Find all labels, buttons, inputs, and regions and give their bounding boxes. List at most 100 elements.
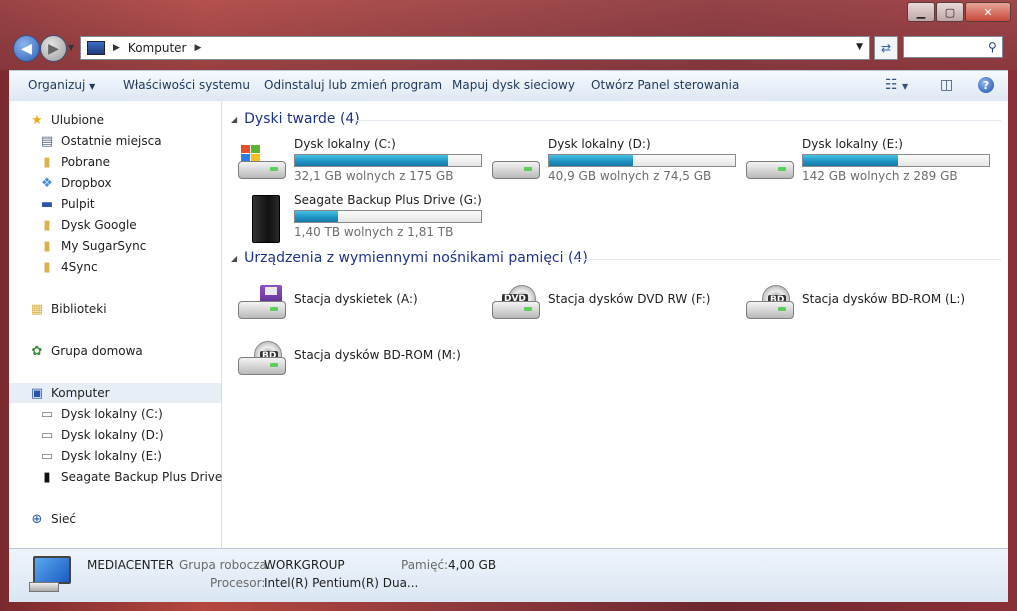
group-header-removable[interactable]: ◢ Urządzenia z wymiennymi nośnikami pami… bbox=[231, 250, 588, 266]
group-divider bbox=[353, 120, 1001, 121]
drive-usage-bar bbox=[802, 154, 990, 167]
nav-item-drive-c[interactable]: ▭ Dysk lokalny (C:) bbox=[39, 406, 163, 422]
nav-label: Biblioteki bbox=[51, 302, 107, 316]
drive-tile-a[interactable]: Stacja dyskietek (A:) bbox=[230, 277, 482, 327]
nav-item-recent[interactable]: ▤ Ostatnie miejsca bbox=[39, 133, 162, 149]
nav-label: Seagate Backup Plus Drive (G:) bbox=[61, 470, 249, 484]
cpu-value: Intel(R) Pentium(R) Dua... bbox=[264, 576, 419, 590]
drive-name: Dysk lokalny (D:) bbox=[548, 137, 651, 151]
drive-tile-e[interactable]: Dysk lokalny (E:) 142 GB wolnych z 289 G… bbox=[738, 137, 990, 187]
drive-usage-bar bbox=[548, 154, 736, 167]
system-drive-icon: ▭ bbox=[40, 406, 54, 422]
drive-name: Dysk lokalny (E:) bbox=[802, 137, 903, 151]
collapse-triangle-icon[interactable]: ◢ bbox=[231, 254, 237, 263]
recent-places-icon: ▤ bbox=[40, 133, 54, 149]
group-title: Dyski twarde (4) bbox=[244, 111, 360, 127]
nav-computer[interactable]: ▣ Komputer bbox=[29, 385, 110, 401]
workgroup-value: WORKGROUP bbox=[264, 558, 345, 572]
back-button[interactable]: ◀ bbox=[13, 35, 40, 62]
external-drive-icon: ▮ bbox=[43, 469, 51, 485]
system-properties-button[interactable]: Właściwości systemu bbox=[123, 78, 250, 92]
map-drive-button[interactable]: Mapuj dysk sieciowy bbox=[452, 78, 575, 92]
nav-item-drive-d[interactable]: ▭ Dysk lokalny (D:) bbox=[39, 427, 164, 443]
group-divider bbox=[573, 259, 1001, 260]
folder-icon: ▮ bbox=[43, 259, 51, 275]
drive-name: Seagate Backup Plus Drive (G:) bbox=[294, 193, 482, 207]
preview-pane-icon[interactable]: ◫ bbox=[940, 77, 953, 93]
memory-label: Pamięć: bbox=[401, 558, 449, 572]
nav-item-drive-g[interactable]: ▮ Seagate Backup Plus Drive (G:) bbox=[39, 469, 249, 485]
maximize-button[interactable]: ▢ bbox=[936, 2, 964, 22]
nav-label: My SugarSync bbox=[61, 239, 147, 253]
organize-button[interactable]: Organizuj ▼ bbox=[28, 78, 95, 92]
search-icon[interactable]: ⚲ bbox=[988, 40, 997, 54]
group-header-hdd[interactable]: ◢ Dyski twarde (4) bbox=[231, 111, 360, 127]
desktop-icon: ▬ bbox=[40, 196, 54, 212]
drive-tile-l[interactable]: BD Stacja dysków BD-ROM (L:) bbox=[738, 277, 990, 327]
close-button[interactable]: ✕ bbox=[965, 2, 1011, 22]
chevron-right-icon[interactable]: ▶ bbox=[113, 43, 120, 53]
drive-usage-bar bbox=[294, 210, 482, 223]
nav-item-google-drive[interactable]: ▮ Dysk Google bbox=[39, 217, 137, 233]
bd-drive-icon: BD bbox=[238, 341, 286, 375]
cpu-label: Procesor: bbox=[210, 576, 266, 590]
drive-tile-m[interactable]: BD Stacja dysków BD-ROM (M:) bbox=[230, 333, 482, 383]
hard-drive-icon: ▭ bbox=[40, 427, 54, 443]
nav-item-downloads[interactable]: ▮ Pobrane bbox=[39, 154, 110, 170]
nav-label: Grupa domowa bbox=[51, 344, 143, 358]
hard-drive-icon bbox=[746, 145, 794, 179]
collapse-triangle-icon[interactable]: ◢ bbox=[231, 115, 237, 124]
network-icon: ⊕ bbox=[31, 511, 43, 527]
drive-free-space: 32,1 GB wolnych z 175 GB bbox=[294, 169, 454, 183]
nav-label: Dysk Google bbox=[61, 218, 137, 232]
group-title: Urządzenia z wymiennymi nośnikami pamięc… bbox=[244, 250, 588, 266]
drive-usage-fill bbox=[803, 155, 898, 166]
refresh-button[interactable]: ⇄ bbox=[874, 36, 898, 60]
drive-name: Dysk lokalny (C:) bbox=[294, 137, 396, 151]
view-options-icon[interactable]: ☷ ▼ bbox=[885, 77, 908, 93]
computer-icon: ▣ bbox=[30, 385, 44, 401]
window-chrome: ▁ ▢ ✕ ◀ ▶ ▼ ▶ Komputer ▶ ▼ ⇄ ⚲ bbox=[0, 0, 1017, 70]
nav-item-4sync[interactable]: ▮ 4Sync bbox=[39, 259, 97, 275]
computer-name: MEDIACENTER bbox=[87, 558, 174, 572]
nav-label: Dropbox bbox=[61, 176, 112, 190]
command-bar: Organizuj ▼ Właściwości systemu Odinstal… bbox=[9, 70, 1008, 102]
drive-tile-d[interactable]: Dysk lokalny (D:) 40,9 GB wolnych z 74,5… bbox=[484, 137, 736, 187]
drive-usage-bar bbox=[294, 154, 482, 167]
nav-network[interactable]: ⊕ Sieć bbox=[29, 511, 76, 527]
address-segment-computer[interactable]: Komputer bbox=[128, 41, 187, 55]
uninstall-button[interactable]: Odinstaluj lub zmień program bbox=[264, 78, 442, 92]
details-pane: MEDIACENTER Grupa robocza: WORKGROUP Pam… bbox=[9, 548, 1008, 602]
nav-favorites[interactable]: ★ Ulubione bbox=[29, 112, 104, 128]
nav-item-dropbox[interactable]: ❖ Dropbox bbox=[39, 175, 112, 191]
address-dropdown-icon[interactable]: ▼ bbox=[856, 42, 863, 52]
address-bar[interactable]: ▶ Komputer ▶ ▼ bbox=[80, 36, 870, 60]
nav-homegroup[interactable]: ✿ Grupa domowa bbox=[29, 343, 143, 359]
control-panel-button[interactable]: Otwórz Panel sterowania bbox=[591, 78, 739, 92]
system-drive-icon bbox=[238, 145, 286, 179]
drive-tile-g[interactable]: Seagate Backup Plus Drive (G:) 1,40 TB w… bbox=[230, 193, 482, 243]
nav-label: Dysk lokalny (C:) bbox=[61, 407, 163, 421]
drive-name: Stacja dysków BD-ROM (M:) bbox=[294, 348, 461, 362]
folder-icon: ▮ bbox=[43, 154, 51, 170]
chevron-right-icon[interactable]: ▶ bbox=[194, 43, 201, 53]
drive-tile-c[interactable]: Dysk lokalny (C:) 32,1 GB wolnych z 175 … bbox=[230, 137, 482, 187]
libraries-icon: ▦ bbox=[30, 301, 44, 317]
nav-label: Pobrane bbox=[61, 155, 111, 169]
computer-icon bbox=[87, 41, 105, 55]
drive-tile-f[interactable]: DVD Stacja dysków DVD RW (F:) bbox=[484, 277, 736, 327]
drive-name: Stacja dysków BD-ROM (L:) bbox=[802, 292, 966, 306]
hard-drive-icon bbox=[492, 145, 540, 179]
nav-label: Sieć bbox=[51, 512, 76, 526]
content-pane: ◢ Dyski twarde (4) Dysk lokalny (C:) 32,… bbox=[222, 101, 1008, 548]
nav-item-desktop[interactable]: ▬ Pulpit bbox=[39, 196, 95, 212]
floppy-drive-icon bbox=[238, 285, 286, 319]
nav-label: Ulubione bbox=[51, 113, 105, 127]
minimize-button[interactable]: ▁ bbox=[907, 2, 935, 22]
nav-libraries[interactable]: ▦ Biblioteki bbox=[29, 301, 107, 317]
nav-item-sugarsync[interactable]: ▮ My SugarSync bbox=[39, 238, 146, 254]
history-dropdown-icon[interactable]: ▼ bbox=[68, 43, 74, 52]
nav-item-drive-e[interactable]: ▭ Dysk lokalny (E:) bbox=[39, 448, 162, 464]
forward-button[interactable]: ▶ bbox=[40, 35, 67, 62]
help-icon[interactable]: ? bbox=[978, 77, 994, 93]
